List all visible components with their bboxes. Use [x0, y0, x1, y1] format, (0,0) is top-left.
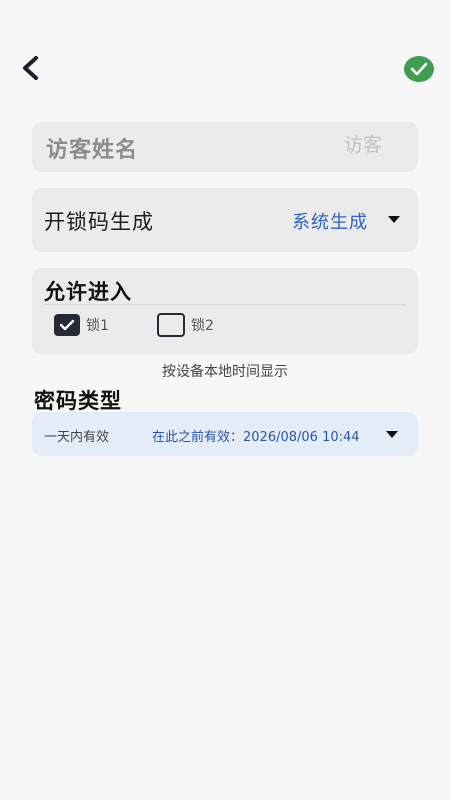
password-type-value: 一天内有效 [44, 430, 110, 445]
chevron-left-icon [23, 56, 38, 80]
password-type-title: 密码类型 [34, 389, 122, 413]
divider [44, 304, 406, 305]
dropdown-arrow-icon [388, 216, 400, 223]
checkbox-checked-icon [54, 314, 80, 336]
allow-entry-label: 允许进入 [44, 280, 132, 304]
password-type-select[interactable]: 一天内有效 在此之前有效：2026/08/06 10:44 [32, 412, 418, 456]
visitor-name-field[interactable]: 访客姓名 [32, 122, 418, 172]
code-generation-select[interactable]: 开锁码生成 系统生成 [32, 188, 418, 252]
code-generation-label: 开锁码生成 [44, 210, 154, 234]
lock-2-checkbox[interactable]: 锁2 [157, 312, 214, 338]
lock-2-label: 锁2 [191, 318, 214, 334]
check-icon [410, 62, 428, 76]
visitor-name-input[interactable] [262, 134, 382, 156]
allow-entry-card: 允许进入 锁1 锁2 [32, 268, 418, 354]
time-hint: 按设备本地时间显示 [162, 364, 288, 380]
valid-until-date: 2026/08/06 10:44 [243, 430, 360, 445]
dropdown-arrow-icon [386, 431, 398, 438]
top-bar [0, 0, 450, 110]
back-button[interactable] [16, 52, 48, 84]
valid-until-label: 在此之前有效： [152, 430, 244, 445]
valid-until: 在此之前有效：2026/08/06 10:44 [152, 426, 360, 445]
visitor-name-label: 访客姓名 [46, 138, 139, 163]
lock-1-label: 锁1 [86, 318, 109, 334]
checkbox-unchecked-icon [157, 313, 185, 337]
confirm-button[interactable] [404, 56, 434, 82]
code-generation-value: 系统生成 [292, 212, 368, 233]
lock-1-checkbox[interactable]: 锁1 [54, 312, 109, 338]
